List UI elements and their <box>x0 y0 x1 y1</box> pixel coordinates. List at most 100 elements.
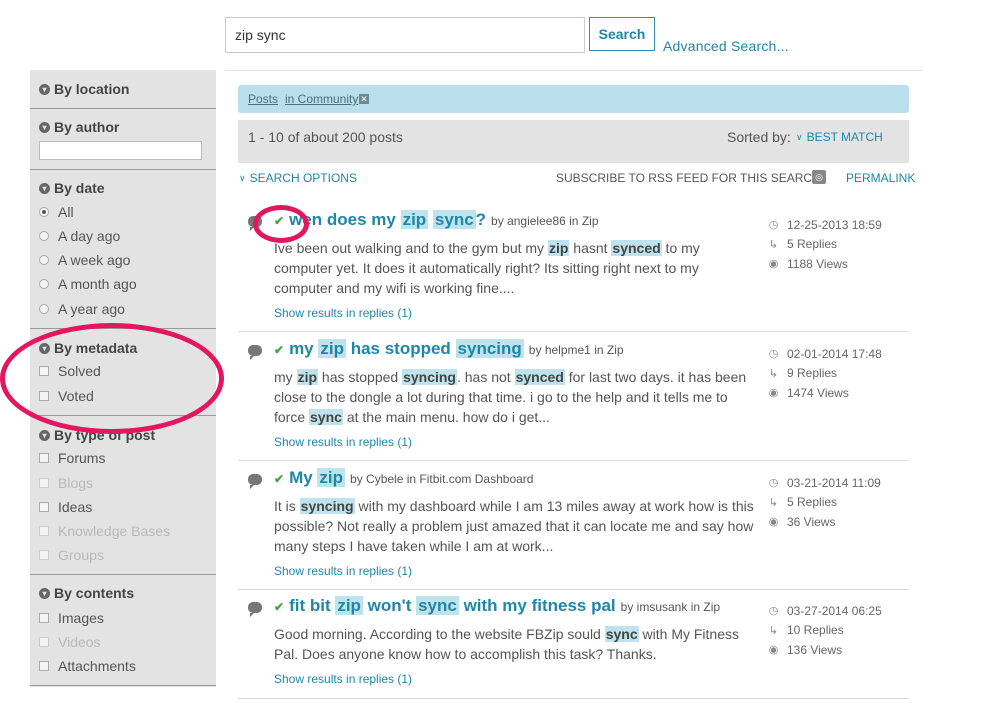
advanced-search-link[interactable]: Advanced Search... <box>663 38 789 54</box>
search-options-label: SEARCH OPTIONS <box>249 171 357 185</box>
contents-option-attachments[interactable]: Attachments <box>39 658 136 674</box>
excerpt-part: at the main menu. how do i get... <box>342 409 550 425</box>
chevron-down-circle-icon: ▾ <box>39 587 50 599</box>
excerpt-highlight: zip <box>296 369 319 385</box>
top-divider <box>225 70 922 71</box>
post-in-word: in <box>690 600 701 614</box>
checkbox[interactable] <box>39 502 49 512</box>
post-board[interactable]: Zip <box>582 214 599 228</box>
filter-chip-community[interactable]: in Community <box>285 92 358 106</box>
divider <box>30 685 216 686</box>
check-icon: ✔ <box>274 472 285 486</box>
show-replies-link[interactable]: Show results in replies (1) <box>274 672 412 686</box>
contents-option-label: Attachments <box>58 658 136 674</box>
post-author[interactable]: helpme1 <box>545 343 591 357</box>
post-title-link[interactable]: my zip has stopped syncing <box>289 339 524 359</box>
post-byline: by helpme1 in Zip <box>528 343 624 357</box>
date-option-year[interactable]: A year ago <box>39 301 125 317</box>
excerpt-part: has stopped <box>318 369 403 385</box>
search-input[interactable] <box>225 17 585 53</box>
contents-option-videos: Videos <box>39 634 101 650</box>
rss-subscribe-label[interactable]: SUBSCRIBE TO RSS FEED FOR THIS SEARCH <box>556 171 821 185</box>
post-title-row: ✔ fit bit zip won't sync with my fitness… <box>274 596 720 616</box>
date-option-week[interactable]: A week ago <box>39 252 130 268</box>
by-contents-header[interactable]: ▾ By contents <box>39 585 134 601</box>
type-option-forums[interactable]: Forums <box>39 450 105 466</box>
excerpt-highlight: sync <box>309 409 343 425</box>
post-author[interactable]: Cybele <box>366 472 403 486</box>
author-input[interactable] <box>39 141 202 160</box>
date-option-label: A month ago <box>58 276 137 292</box>
post-meta: ◷ 03-21-2014 11:09 ↳ 5 Replies ◉ 36 Views <box>768 473 881 532</box>
post-divider <box>238 589 909 590</box>
contents-option-images[interactable]: Images <box>39 610 104 626</box>
radio[interactable] <box>39 279 49 289</box>
radio[interactable] <box>39 304 49 314</box>
date-option-month[interactable]: A month ago <box>39 276 137 292</box>
rss-icon[interactable]: ◎ <box>812 170 826 184</box>
by-author-header[interactable]: ▾ By author <box>39 119 119 135</box>
post-in-word: in <box>406 472 417 486</box>
post-title-link[interactable]: fit bit zip won't sync with my fitness p… <box>289 596 616 616</box>
search-options-toggle[interactable]: ∨ SEARCH OPTIONS <box>239 171 357 185</box>
title-part: en does my <box>302 210 401 229</box>
checkbox[interactable] <box>39 613 49 623</box>
checkbox <box>39 550 49 560</box>
date-option-label: All <box>58 204 74 220</box>
radio[interactable] <box>39 231 49 241</box>
title-highlight: syncing <box>455 339 524 358</box>
excerpt-part: It is <box>274 498 300 514</box>
permalink-link[interactable]: PERMALINK <box>846 171 915 185</box>
chevron-down-circle-icon: ▾ <box>39 429 50 441</box>
title-highlight: zip <box>318 339 346 358</box>
by-location-header[interactable]: ▾ By location <box>39 81 129 97</box>
contents-option-label: Videos <box>58 634 101 650</box>
close-icon[interactable]: ✕ <box>359 94 369 104</box>
excerpt-part: my <box>274 369 297 385</box>
post-title-link[interactable]: My zip <box>289 468 346 488</box>
results-count: 1 - 10 of about 200 posts <box>248 129 403 145</box>
post-title-link[interactable]: wen does my zip sync? <box>289 210 486 230</box>
post-meta: ◷ 12-25-2013 18:59 ↳ 5 Replies ◉ 1188 Views <box>768 215 882 274</box>
type-option-label: Knowledge Bases <box>58 523 171 539</box>
by-contents-label: By contents <box>54 585 135 601</box>
post-author[interactable]: imsusank <box>637 600 688 614</box>
checkbox[interactable] <box>39 661 49 671</box>
post-excerpt: Good morning. According to the website F… <box>274 624 756 664</box>
post-in-word: in <box>594 343 604 357</box>
clock-icon: ◷ <box>768 605 779 618</box>
show-replies-link[interactable]: Show results in replies (1) <box>274 435 412 449</box>
checkbox[interactable] <box>39 453 49 463</box>
type-option-ideas[interactable]: Ideas <box>39 499 92 515</box>
post-author[interactable]: angielee86 <box>507 214 566 228</box>
post-board[interactable]: Fitbit.com Dashboard <box>419 472 533 486</box>
post-in-word: in <box>569 214 579 228</box>
post-divider <box>238 460 909 461</box>
radio-selected[interactable] <box>39 207 49 217</box>
date-option-label: A year ago <box>58 301 125 317</box>
eye-icon: ◉ <box>768 516 779 529</box>
post-board[interactable]: Zip <box>607 343 624 357</box>
checkbox <box>39 478 49 488</box>
excerpt-highlight: syncing <box>299 498 355 514</box>
post-title-row: ✔ My zip by Cybele in Fitbit.com Dashboa… <box>274 468 533 488</box>
post-excerpt: It is syncing with my dashboard while I … <box>274 496 756 556</box>
date-option-day[interactable]: A day ago <box>39 228 120 244</box>
show-replies-link[interactable]: Show results in replies (1) <box>274 564 412 578</box>
by-date-header[interactable]: ▾ By date <box>39 180 105 196</box>
sort-value: BEST MATCH <box>806 130 883 144</box>
type-option-label: Groups <box>58 547 104 563</box>
type-option-groups: Groups <box>39 547 104 563</box>
filter-chip-posts[interactable]: Posts <box>248 92 278 106</box>
post-views: 1188 Views <box>787 256 848 271</box>
speech-bubble-icon <box>248 602 262 617</box>
search-button[interactable]: Search <box>589 17 655 51</box>
radio[interactable] <box>39 255 49 265</box>
results-summary-bar: 1 - 10 of about 200 posts Sorted by: ∨ B… <box>238 120 909 163</box>
date-option-label: A day ago <box>58 228 121 244</box>
sort-dropdown[interactable]: ∨ BEST MATCH <box>796 130 883 144</box>
post-byline: by Cybele in Fitbit.com Dashboard <box>350 472 534 486</box>
post-board[interactable]: Zip <box>703 600 720 614</box>
date-option-all[interactable]: All <box>39 204 74 220</box>
show-replies-link[interactable]: Show results in replies (1) <box>274 306 412 320</box>
